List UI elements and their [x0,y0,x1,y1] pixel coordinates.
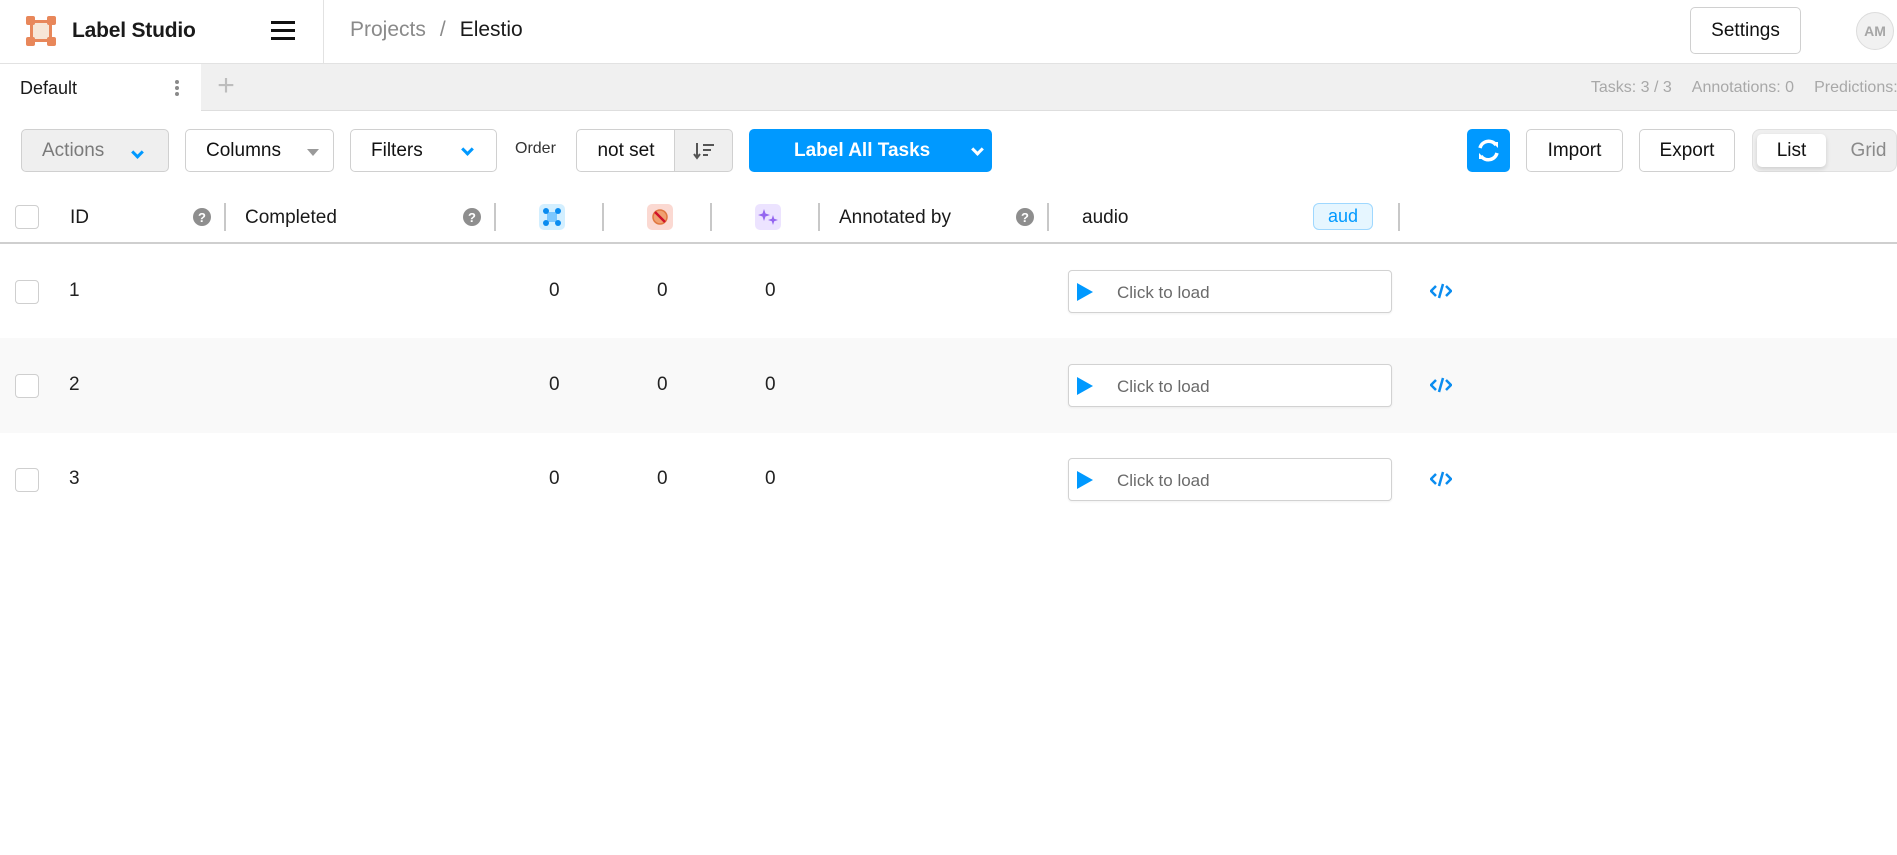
stats-tasks: Tasks: 3 / 3 [1590,79,1672,96]
audio-player[interactable]: Click to load [1068,458,1392,501]
cell-id: 3 [69,468,80,489]
cell-id: 2 [69,374,80,395]
audio-click-to-load: Click to load [1117,377,1210,396]
play-icon[interactable] [1077,283,1093,301]
chevron-down-icon [131,146,144,159]
column-header-annotated-by[interactable]: Annotated by [839,207,951,229]
cell-total-annotations: 0 [549,280,560,301]
stats-annotations: Annotations: 0 [1691,79,1795,96]
actions-label: Actions [42,139,105,161]
audio-type-tag: aud [1313,203,1373,230]
code-source-icon[interactable] [1430,282,1452,300]
view-toggle-list[interactable]: List [1757,134,1826,167]
header-divider [323,0,324,63]
play-icon[interactable] [1077,471,1093,489]
column-resizer[interactable] [494,203,496,231]
row-checkbox[interactable] [15,280,39,304]
breadcrumb-separator: / [439,18,446,41]
cell-cancelled: 0 [657,374,668,395]
order-label: Order [515,140,556,157]
audio-player[interactable]: Click to load [1068,270,1392,313]
tab-more-icon[interactable] [173,78,181,98]
refresh-button[interactable] [1467,129,1510,172]
label-all-tasks-button[interactable]: Label All Tasks [749,129,992,172]
select-all-checkbox[interactable] [15,205,39,229]
columns-dropdown[interactable]: Columns [185,129,334,172]
code-source-icon[interactable] [1430,470,1452,488]
export-button[interactable]: Export [1639,129,1735,172]
help-icon[interactable]: ? [463,208,481,226]
table-row[interactable]: 3 0 0 0 Click to load [0,432,1897,527]
label-all-dropdown-toggle[interactable] [966,129,992,172]
cell-cancelled: 0 [657,280,668,301]
column-resizer[interactable] [602,203,604,231]
view-tabs-bar: Default + Tasks: 3 / 3 Annotations: 0 Pred… [0,64,1897,111]
column-resizer[interactable] [1047,203,1049,231]
cell-predictions: 0 [765,468,776,489]
cell-total-annotations: 0 [549,374,560,395]
audio-player[interactable]: Click to load [1068,364,1392,407]
row-checkbox[interactable] [15,468,39,492]
settings-button[interactable]: Settings [1690,7,1801,54]
column-resizer[interactable] [1398,203,1400,231]
table-row[interactable]: 2 0 0 0 Click to load [0,338,1897,433]
row-checkbox[interactable] [15,374,39,398]
label-all-tasks-label: Label All Tasks [794,140,931,161]
help-icon[interactable]: ? [193,208,211,226]
chevron-down-icon [971,143,984,156]
columns-label: Columns [206,139,281,161]
predictions-sparkle-icon[interactable] [755,204,781,230]
task-stats: Tasks: 3 / 3 Annotations: 0 Predictions: 0 [1571,79,1897,97]
tab-default[interactable]: Default [0,64,201,111]
caret-down-icon [307,149,319,156]
column-resizer[interactable] [710,203,712,231]
tab-label: Default [20,78,78,98]
breadcrumb-current-project: Elestio [459,18,523,41]
column-header-audio[interactable]: audio [1082,207,1129,229]
audio-click-to-load: Click to load [1117,471,1210,490]
actions-dropdown[interactable]: Actions [21,129,169,172]
cell-total-annotations: 0 [549,468,560,489]
sort-descending-icon [692,142,714,160]
brand-name: Label Studio [72,19,196,42]
cell-id: 1 [69,280,80,301]
refresh-icon [1478,139,1499,162]
code-source-icon[interactable] [1430,376,1452,394]
add-tab-plus-icon[interactable]: + [213,71,239,101]
total-annotations-icon[interactable] [539,204,565,230]
filters-dropdown[interactable]: Filters [350,129,497,172]
column-header-completed[interactable]: Completed [245,207,337,229]
import-button[interactable]: Import [1526,129,1623,172]
sort-direction-button[interactable] [674,129,733,172]
cell-predictions: 0 [765,374,776,395]
order-select[interactable]: not set [576,129,676,172]
table-row[interactable]: 1 0 0 0 Click to load [0,244,1897,339]
play-icon[interactable] [1077,377,1093,395]
user-avatar[interactable]: AM [1856,12,1894,50]
column-resizer[interactable] [224,203,226,231]
column-header-id[interactable]: ID [70,207,89,229]
help-icon[interactable]: ? [1016,208,1034,226]
cancelled-annotations-icon[interactable] [647,204,673,230]
cell-cancelled: 0 [657,468,668,489]
view-toggle: List Grid [1752,129,1897,172]
filters-label: Filters [371,139,423,161]
chevron-down-icon [461,143,474,156]
cell-predictions: 0 [765,280,776,301]
breadcrumb: Projects / Elestio [350,18,523,42]
breadcrumb-projects-link[interactable]: Projects [350,18,426,41]
column-resizer[interactable] [818,203,820,231]
label-studio-logo-icon [26,16,56,46]
view-toggle-grid[interactable]: Grid [1841,134,1896,167]
top-header: Label Studio Projects / Elestio Settings A… [0,0,1897,64]
stats-predictions: Predictions: 0 [1814,79,1897,96]
audio-click-to-load: Click to load [1117,283,1210,302]
menu-hamburger-icon[interactable] [271,20,297,42]
